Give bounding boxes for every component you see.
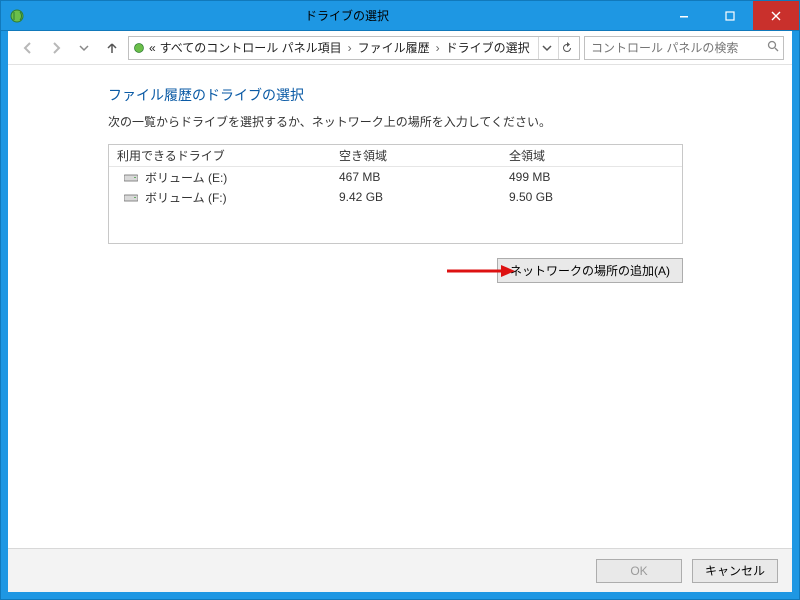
page-heading: ファイル履歴のドライブの選択 (108, 85, 722, 105)
search-box[interactable] (584, 36, 784, 60)
table-row[interactable]: ボリューム (F:) 9.42 GB 9.50 GB (109, 187, 682, 207)
footer: OK キャンセル (8, 548, 792, 592)
breadcrumb-2[interactable]: ファイル履歴 (358, 39, 430, 56)
chevron-right-icon: › (434, 41, 442, 55)
minimize-button[interactable] (661, 1, 707, 30)
breadcrumb-prefix: « (149, 41, 156, 55)
content-area: ファイル履歴のドライブの選択 次の一覧からドライブを選択するか、ネットワーク上の… (8, 65, 792, 548)
drive-icon (123, 171, 139, 183)
drive-free: 9.42 GB (339, 190, 509, 204)
maximize-button[interactable] (707, 1, 753, 30)
address-dropdown-button[interactable] (538, 37, 555, 59)
column-header-total[interactable]: 全領域 (509, 147, 682, 164)
drive-total: 9.50 GB (509, 190, 682, 204)
back-button[interactable] (16, 36, 40, 60)
titlebar: ドライブの選択 (1, 1, 799, 31)
up-button[interactable] (100, 36, 124, 60)
breadcrumb-1[interactable]: すべてのコントロール パネル項目 (160, 39, 342, 56)
app-icon (9, 8, 25, 24)
forward-button[interactable] (44, 36, 68, 60)
control-panel-icon (133, 40, 145, 56)
column-header-name[interactable]: 利用できるドライブ (109, 147, 339, 164)
address-bar[interactable]: « すべてのコントロール パネル項目 › ファイル履歴 › ドライブの選択 (128, 36, 580, 60)
drive-icon (123, 191, 139, 203)
refresh-button[interactable] (558, 37, 575, 59)
recent-button[interactable] (72, 36, 96, 60)
close-button[interactable] (753, 1, 799, 30)
nav-row: « すべてのコントロール パネル項目 › ファイル履歴 › ドライブの選択 (8, 31, 792, 65)
search-input[interactable] (589, 40, 763, 56)
drive-name: ボリューム (E:) (145, 169, 227, 186)
table-row[interactable]: ボリューム (E:) 467 MB 499 MB (109, 167, 682, 187)
ok-button[interactable]: OK (596, 559, 682, 583)
window-controls (661, 1, 799, 30)
chevron-right-icon: › (346, 41, 354, 55)
drive-free: 467 MB (339, 170, 509, 184)
add-network-location-button[interactable]: ネットワークの場所の追加(A) (497, 258, 683, 283)
instruction-text: 次の一覧からドライブを選択するか、ネットワーク上の場所を入力してください。 (108, 113, 722, 130)
window-title: ドライブの選択 (33, 7, 661, 24)
drive-table: 利用できるドライブ 空き領域 全領域 ボリューム (E:) 467 MB 499… (108, 144, 683, 244)
drive-total: 499 MB (509, 170, 682, 184)
table-header: 利用できるドライブ 空き領域 全領域 (109, 145, 682, 167)
annotation-arrow (445, 264, 515, 278)
search-icon[interactable] (767, 40, 779, 55)
breadcrumb-3[interactable]: ドライブの選択 (446, 39, 530, 56)
drive-name: ボリューム (F:) (145, 189, 227, 206)
column-header-free[interactable]: 空き領域 (339, 147, 509, 164)
cancel-button[interactable]: キャンセル (692, 559, 778, 583)
